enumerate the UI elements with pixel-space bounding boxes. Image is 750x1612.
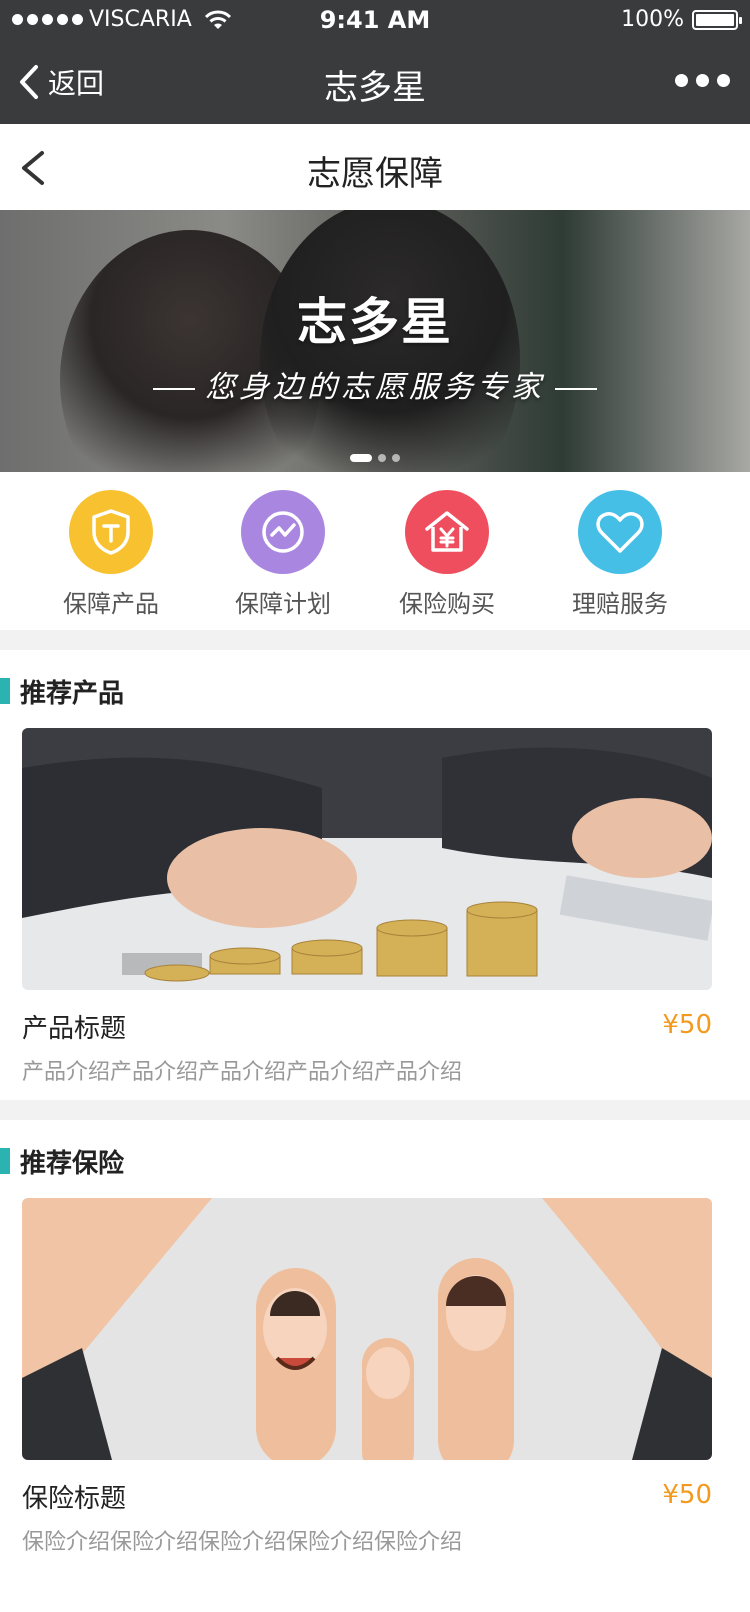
- recommended-products-section: 推荐产品 产品标题 ¥50 产品介绍产品介绍产品介绍产品介绍产品介绍: [0, 650, 750, 1100]
- status-bar: VISCARIA 9:41 AM 100%: [0, 0, 750, 40]
- recommended-insurance-section: 推荐保险 保险标题 ¥50 保险介绍保险介绍保险介绍保险介绍保险介绍: [0, 1120, 750, 1612]
- insurance-title[interactable]: 保险标题: [22, 1478, 126, 1515]
- battery-icon: [692, 9, 742, 30]
- page-header: 志愿保障: [0, 124, 750, 210]
- app-title: 志多星: [324, 68, 426, 108]
- quick-action-label: 理赔服务: [572, 590, 668, 618]
- insurance-price: ¥50: [662, 1480, 712, 1510]
- insurance-image[interactable]: [22, 1198, 712, 1460]
- product-description: 产品介绍产品介绍产品介绍产品介绍产品介绍: [22, 1060, 463, 1085]
- quick-action-plan[interactable]: 保障计划: [208, 490, 358, 619]
- product-image[interactable]: [22, 728, 712, 990]
- more-icon[interactable]: [675, 74, 730, 87]
- banner-title: 志多星: [297, 293, 453, 351]
- section-accent-bar: [0, 678, 10, 704]
- heart-icon: [578, 490, 662, 574]
- insurance-description: 保险介绍保险介绍保险介绍保险介绍保险介绍: [22, 1530, 463, 1555]
- product-price: ¥50: [662, 1010, 712, 1040]
- quick-action-claims[interactable]: 理赔服务: [545, 490, 695, 619]
- page-title: 志愿保障: [307, 154, 443, 194]
- shield-icon: [69, 490, 153, 574]
- quick-action-purchase[interactable]: 保险购买: [372, 490, 522, 619]
- carousel-indicator: [0, 454, 750, 462]
- section-title: 推荐产品: [20, 678, 125, 709]
- product-title[interactable]: 产品标题: [22, 1008, 126, 1045]
- battery-percent: 100%: [621, 7, 684, 32]
- section-accent-bar: [0, 1148, 10, 1174]
- quick-action-label: 保障计划: [235, 590, 331, 618]
- banner-subtitle: 您身边的志愿服务专家: [0, 362, 750, 406]
- section-heading: 推荐产品: [0, 676, 124, 709]
- quick-actions: 保障产品 保障计划 保险购买 理赔服务: [0, 472, 750, 630]
- battery-status: 100%: [621, 7, 742, 32]
- pager-dot: [378, 454, 386, 462]
- quick-action-label: 保险购买: [399, 590, 495, 618]
- trend-circle-icon: [241, 490, 325, 574]
- pager-dot: [392, 454, 400, 462]
- quick-action-label: 保障产品: [63, 590, 159, 618]
- banner-carousel[interactable]: 志多星 您身边的志愿服务专家: [0, 210, 750, 472]
- quick-action-products[interactable]: 保障产品: [36, 490, 186, 619]
- pager-dot: [350, 454, 372, 462]
- section-title: 推荐保险: [20, 1148, 125, 1179]
- app-bar: 返回 志多星: [0, 40, 750, 124]
- section-heading: 推荐保险: [0, 1146, 124, 1179]
- house-yen-icon: [405, 490, 489, 574]
